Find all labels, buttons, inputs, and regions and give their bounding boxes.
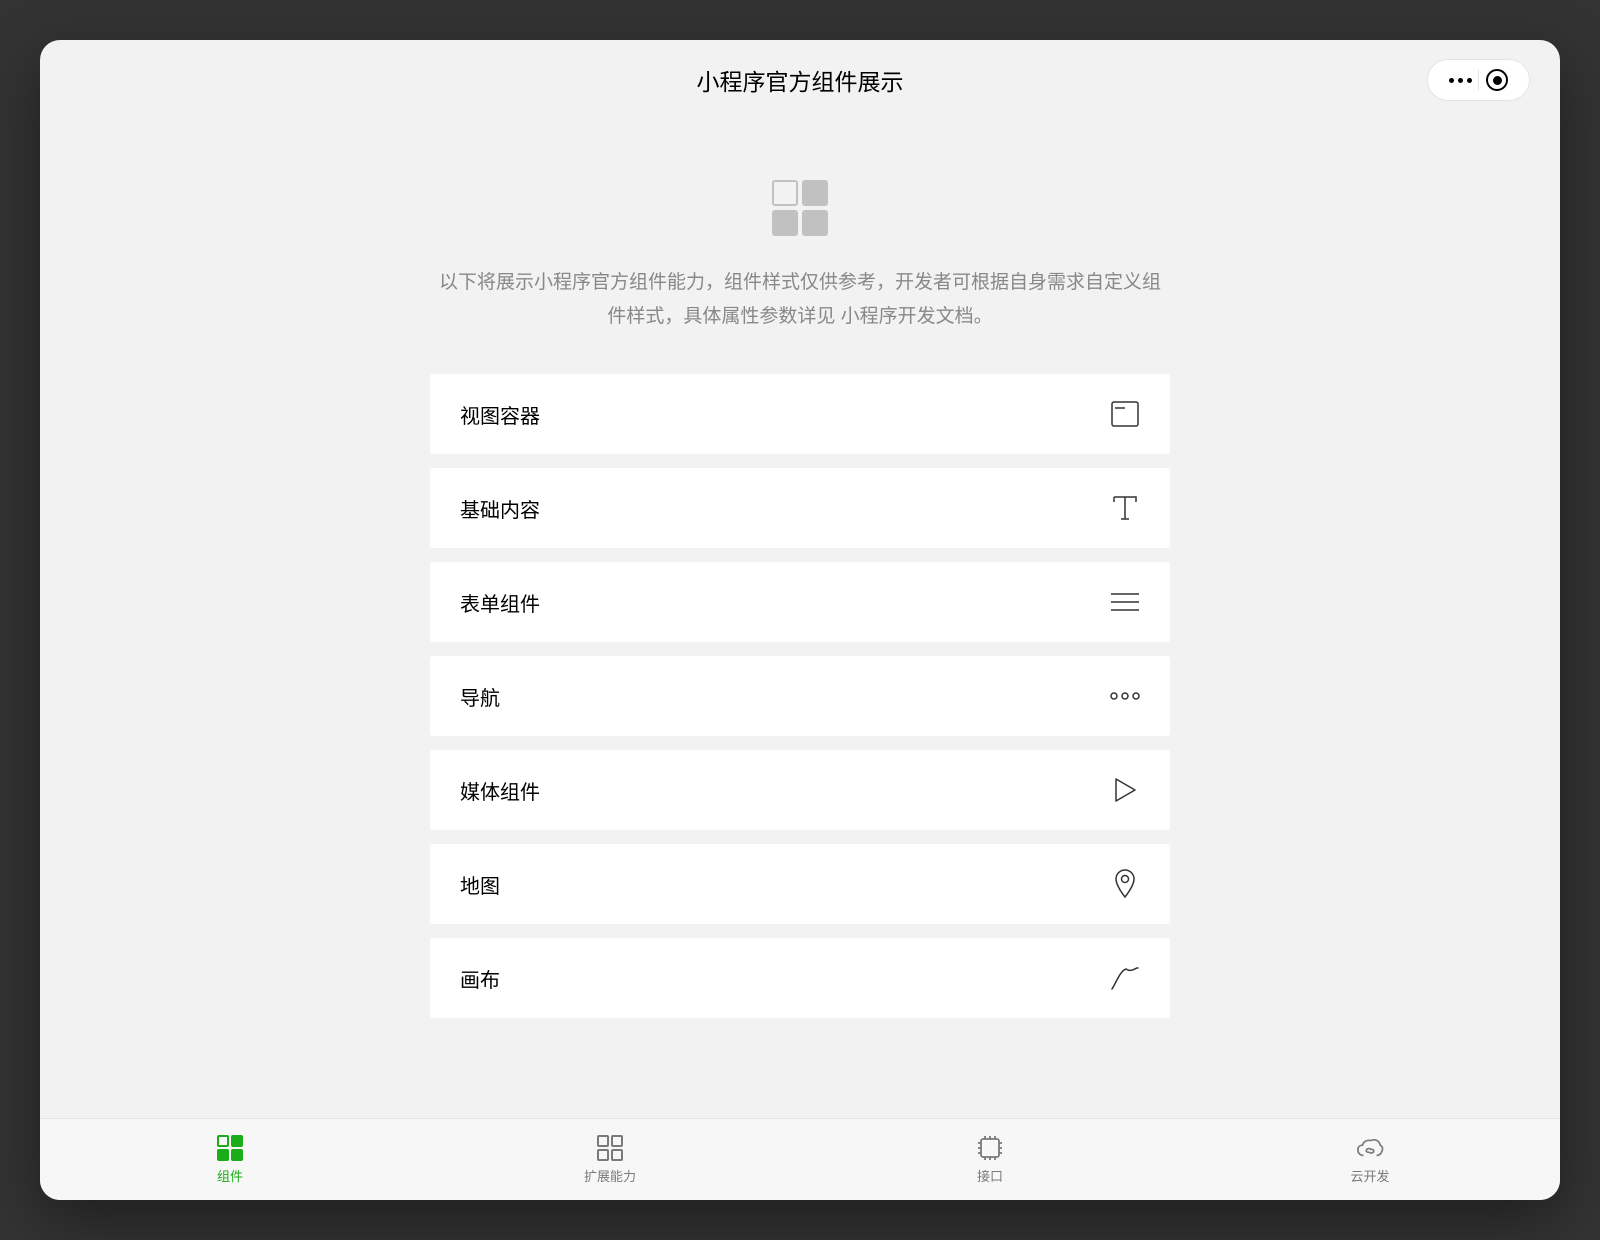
form-icon: [1110, 587, 1140, 617]
tab-extensions[interactable]: 扩展能力: [420, 1119, 800, 1200]
list-item-media[interactable]: 媒体组件: [430, 750, 1170, 830]
list-item-label: 画布: [460, 964, 500, 993]
media-icon: [1110, 775, 1140, 805]
tab-label: 组件: [217, 1166, 243, 1185]
map-icon: [1110, 869, 1140, 899]
app-window: 小程序官方组件展示 以下将展示小程序官方组件能力，组件样式仅供参考，开发者可根据…: [40, 40, 1560, 1200]
nav-icon: [1110, 681, 1140, 711]
tab-components[interactable]: 组件: [40, 1119, 420, 1200]
tab-label: 扩展能力: [584, 1166, 636, 1185]
tab-label: 接口: [977, 1166, 1003, 1185]
text-icon: [1110, 493, 1140, 523]
titlebar: 小程序官方组件展示: [40, 40, 1560, 120]
container-icon: [1110, 399, 1140, 429]
list-item-basic-content[interactable]: 基础内容: [430, 468, 1170, 548]
list-item-navigation[interactable]: 导航: [430, 656, 1170, 736]
list-item-view-container[interactable]: 视图容器: [430, 374, 1170, 454]
page-title: 小程序官方组件展示: [697, 63, 904, 97]
components-hero-icon: [772, 180, 828, 236]
list-item-label: 媒体组件: [460, 776, 540, 805]
hero-description: 以下将展示小程序官方组件能力，组件样式仅供参考，开发者可根据自身需求自定义组件样…: [430, 266, 1170, 334]
list-item-label: 基础内容: [460, 494, 540, 523]
list-item-map[interactable]: 地图: [430, 844, 1170, 924]
canvas-icon: [1110, 963, 1140, 993]
list-item-canvas[interactable]: 画布: [430, 938, 1170, 1018]
tab-api[interactable]: 接口: [800, 1119, 1180, 1200]
component-list: 视图容器 基础内容 表单组件: [430, 374, 1170, 1018]
list-item-label: 导航: [460, 682, 500, 711]
components-icon: [216, 1134, 244, 1162]
api-icon: [976, 1134, 1004, 1162]
miniprogram-capsule: [1427, 59, 1530, 101]
list-item-label: 表单组件: [460, 588, 540, 617]
more-icon: [1449, 78, 1472, 83]
cloud-icon: [1356, 1134, 1384, 1162]
menu-button[interactable]: [1442, 60, 1478, 100]
content-area: 以下将展示小程序官方组件能力，组件样式仅供参考，开发者可根据自身需求自定义组件样…: [40, 120, 1560, 1118]
tab-cloud[interactable]: 云开发: [1180, 1119, 1560, 1200]
list-item-form[interactable]: 表单组件: [430, 562, 1170, 642]
tab-label: 云开发: [1350, 1166, 1389, 1185]
target-icon: [1486, 69, 1508, 91]
list-item-label: 视图容器: [460, 400, 540, 429]
tabbar: 组件 扩展能力: [40, 1118, 1560, 1200]
close-button[interactable]: [1479, 60, 1515, 100]
extensions-icon: [596, 1134, 624, 1162]
list-item-label: 地图: [460, 870, 500, 899]
